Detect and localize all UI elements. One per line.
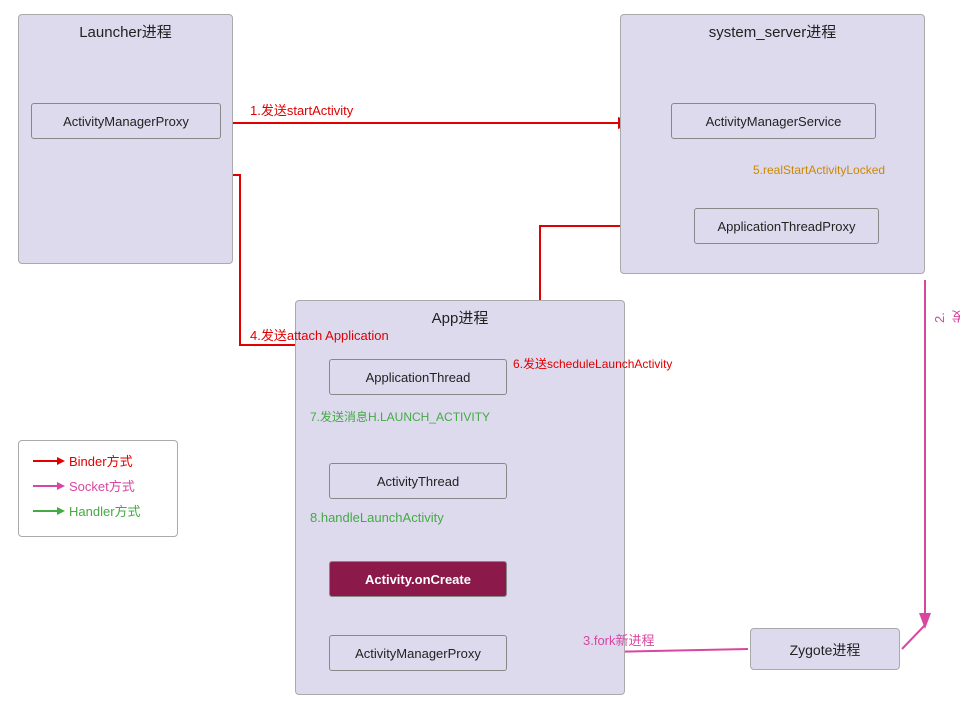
arrow-label-step6: 6.发送scheduleLaunchActivity (513, 355, 672, 372)
legend-item-socket: Socket方式 (33, 476, 163, 495)
diagram-container: Launcher进程 ActivityManagerProxy system_s… (0, 0, 960, 720)
launcher-activity-manager-proxy: ActivityManagerProxy (31, 103, 221, 139)
legend-box: Binder方式 Socket方式 Handler方式 (18, 440, 178, 537)
app-application-thread: ApplicationThread (329, 359, 507, 395)
arrow-label-step4: 4.发送attach Application (250, 325, 389, 344)
legend-handler-line (33, 510, 61, 512)
legend-handler-label: Handler方式 (69, 501, 141, 520)
zygote-process: Zygote进程 (750, 628, 900, 670)
legend-socket-label: Socket方式 (69, 476, 135, 495)
arrow-label-step7: 7.发送消息H.LAUNCH_ACTIVITY (310, 408, 490, 425)
application-thread-proxy: ApplicationThreadProxy (694, 208, 879, 244)
activity-manager-service: ActivityManagerService (671, 103, 876, 139)
legend-binder-label: Binder方式 (69, 451, 133, 470)
legend-item-handler: Handler方式 (33, 501, 163, 520)
app-activity-manager-proxy: ActivityManagerProxy (329, 635, 507, 671)
arrow-label-step5: 5.realStartActivityLocked (753, 163, 885, 177)
system-server-process: system_server进程 ActivityManagerService A… (620, 14, 925, 274)
arrow-label-step1: 1.发送startActivity (250, 100, 353, 119)
arrow-label-step2: 2.发送创建进程的请求 (930, 310, 960, 323)
legend-binder-line (33, 460, 61, 462)
system-server-process-title: system_server进程 (621, 15, 924, 48)
legend-socket-line (33, 485, 61, 487)
app-activity-thread: ActivityThread (329, 463, 507, 499)
arrow-label-step3: 3.fork新进程 (583, 630, 655, 649)
launcher-process-title: Launcher进程 (19, 15, 232, 48)
launcher-process: Launcher进程 ActivityManagerProxy (18, 14, 233, 264)
legend-item-binder: Binder方式 (33, 451, 163, 470)
app-activity-oncreate: Activity.onCreate (329, 561, 507, 597)
arrow-label-step8: 8.handleLaunchActivity (310, 510, 444, 525)
